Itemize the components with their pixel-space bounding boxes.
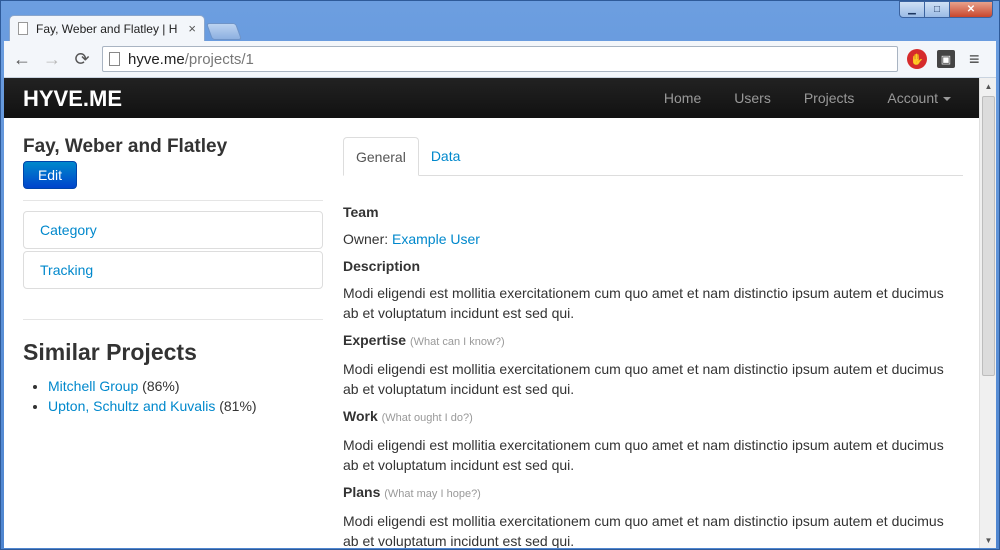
window-controls: ▁ □ ✕ (899, 1, 993, 18)
team-heading: Team (343, 204, 379, 220)
similar-projects-list: Mitchell Group (86%) Upton, Schultz and … (23, 376, 323, 416)
similar-projects-heading: Similar Projects (23, 339, 197, 365)
project-tabs: General Data (343, 137, 963, 176)
extension-icon[interactable]: ▣ (937, 50, 955, 68)
page-icon (18, 22, 28, 35)
back-icon[interactable]: ← (10, 47, 34, 71)
sidebar-item-category[interactable]: Category (23, 211, 323, 249)
nav-link-users[interactable]: Users (734, 90, 771, 106)
page-viewport: HYVE.ME Home Users Projects Account Fay,… (4, 78, 996, 548)
browser-tab-active[interactable]: Fay, Weber and Flatley | H × (9, 15, 205, 41)
plans-text: Modi eligendi est mollitia exercitatione… (343, 513, 944, 548)
description-text: Modi eligendi est mollitia exercitatione… (343, 285, 944, 321)
vertical-scrollbar[interactable]: ▲ ▼ (979, 78, 996, 548)
forward-icon[interactable]: → (40, 47, 64, 71)
plans-title: Plans (343, 484, 381, 500)
address-bar[interactable]: hyve.me/projects/1 (102, 46, 898, 72)
expertise-text: Modi eligendi est mollitia exercitatione… (343, 361, 944, 397)
work-heading: Work (What ought I do?) (343, 406, 963, 428)
work-title: Work (343, 408, 378, 424)
tab-data[interactable]: Data (419, 137, 473, 175)
site-navbar: HYVE.ME Home Users Projects Account (4, 78, 979, 118)
tab-strip: Fay, Weber and Flatley | H × (9, 15, 243, 41)
sidebar-item-tracking[interactable]: Tracking (23, 251, 323, 289)
account-label: Account (887, 90, 938, 106)
page-icon (109, 52, 120, 66)
tab-general[interactable]: General (343, 137, 419, 176)
tab-close-icon[interactable]: × (188, 21, 196, 36)
divider (23, 200, 323, 201)
work-text: Modi eligendi est mollitia exercitatione… (343, 437, 944, 473)
general-panel: Team Owner: Example User Description Mod… (343, 202, 963, 548)
nav-link-home[interactable]: Home (664, 90, 701, 106)
url-host: hyve.me (128, 50, 185, 68)
scroll-thumb[interactable] (982, 96, 995, 376)
sidebar: Fay, Weber and Flatley Edit Category Tra… (23, 136, 323, 416)
project-title: Fay, Weber and Flatley (23, 136, 228, 157)
similar-project-link[interactable]: Upton, Schultz and Kuvalis (48, 398, 215, 414)
reload-icon[interactable]: ⟳ (70, 47, 94, 71)
similar-project-link[interactable]: Mitchell Group (48, 378, 138, 394)
owner-label: Owner: (343, 231, 389, 247)
divider (23, 319, 323, 320)
stop-extension-icon[interactable]: ✋ (907, 49, 927, 69)
scroll-up-icon[interactable]: ▲ (980, 78, 996, 94)
similarity-score: (86%) (142, 378, 180, 394)
close-window-button[interactable]: ✕ (949, 1, 993, 18)
expertise-title: Expertise (343, 332, 407, 348)
edit-button[interactable]: Edit (23, 161, 77, 189)
work-hint: (What ought I do?) (381, 412, 473, 424)
list-item: Upton, Schultz and Kuvalis (81%) (48, 396, 323, 416)
similarity-score: (81%) (219, 398, 257, 414)
caret-down-icon (943, 97, 951, 102)
description-heading: Description (343, 258, 421, 274)
menu-icon[interactable]: ≡ (969, 49, 980, 70)
browser-window: ▁ □ ✕ Fay, Weber and Flatley | H × ← → ⟳… (0, 0, 1000, 550)
nav-link-account[interactable]: Account (887, 90, 951, 106)
plans-heading: Plans (What may I hope?) (343, 482, 963, 504)
list-item: Mitchell Group (86%) (48, 376, 323, 396)
brand-logo[interactable]: HYVE.ME (23, 86, 122, 112)
tab-title: Fay, Weber and Flatley | H (36, 21, 178, 36)
plans-hint: (What may I hope?) (384, 488, 481, 500)
owner-line: Owner: Example User (343, 229, 963, 249)
expertise-hint: (What can I know?) (409, 336, 505, 348)
nav-links: Home Users Projects Account (631, 78, 951, 118)
owner-link[interactable]: Example User (392, 231, 480, 247)
new-tab-button[interactable] (205, 23, 243, 40)
browser-toolbar: ← → ⟳ hyve.me/projects/1 ✋ ▣ ≡ (4, 41, 996, 78)
maximize-button[interactable]: □ (924, 1, 950, 18)
main-content: General Data Team Owner: Example User De… (343, 137, 963, 548)
nav-link-projects[interactable]: Projects (804, 90, 855, 106)
expertise-heading: Expertise (What can I know?) (343, 330, 963, 352)
url-path: /projects/1 (184, 50, 254, 68)
minimize-button[interactable]: ▁ (899, 1, 925, 18)
scroll-down-icon[interactable]: ▼ (980, 532, 996, 548)
